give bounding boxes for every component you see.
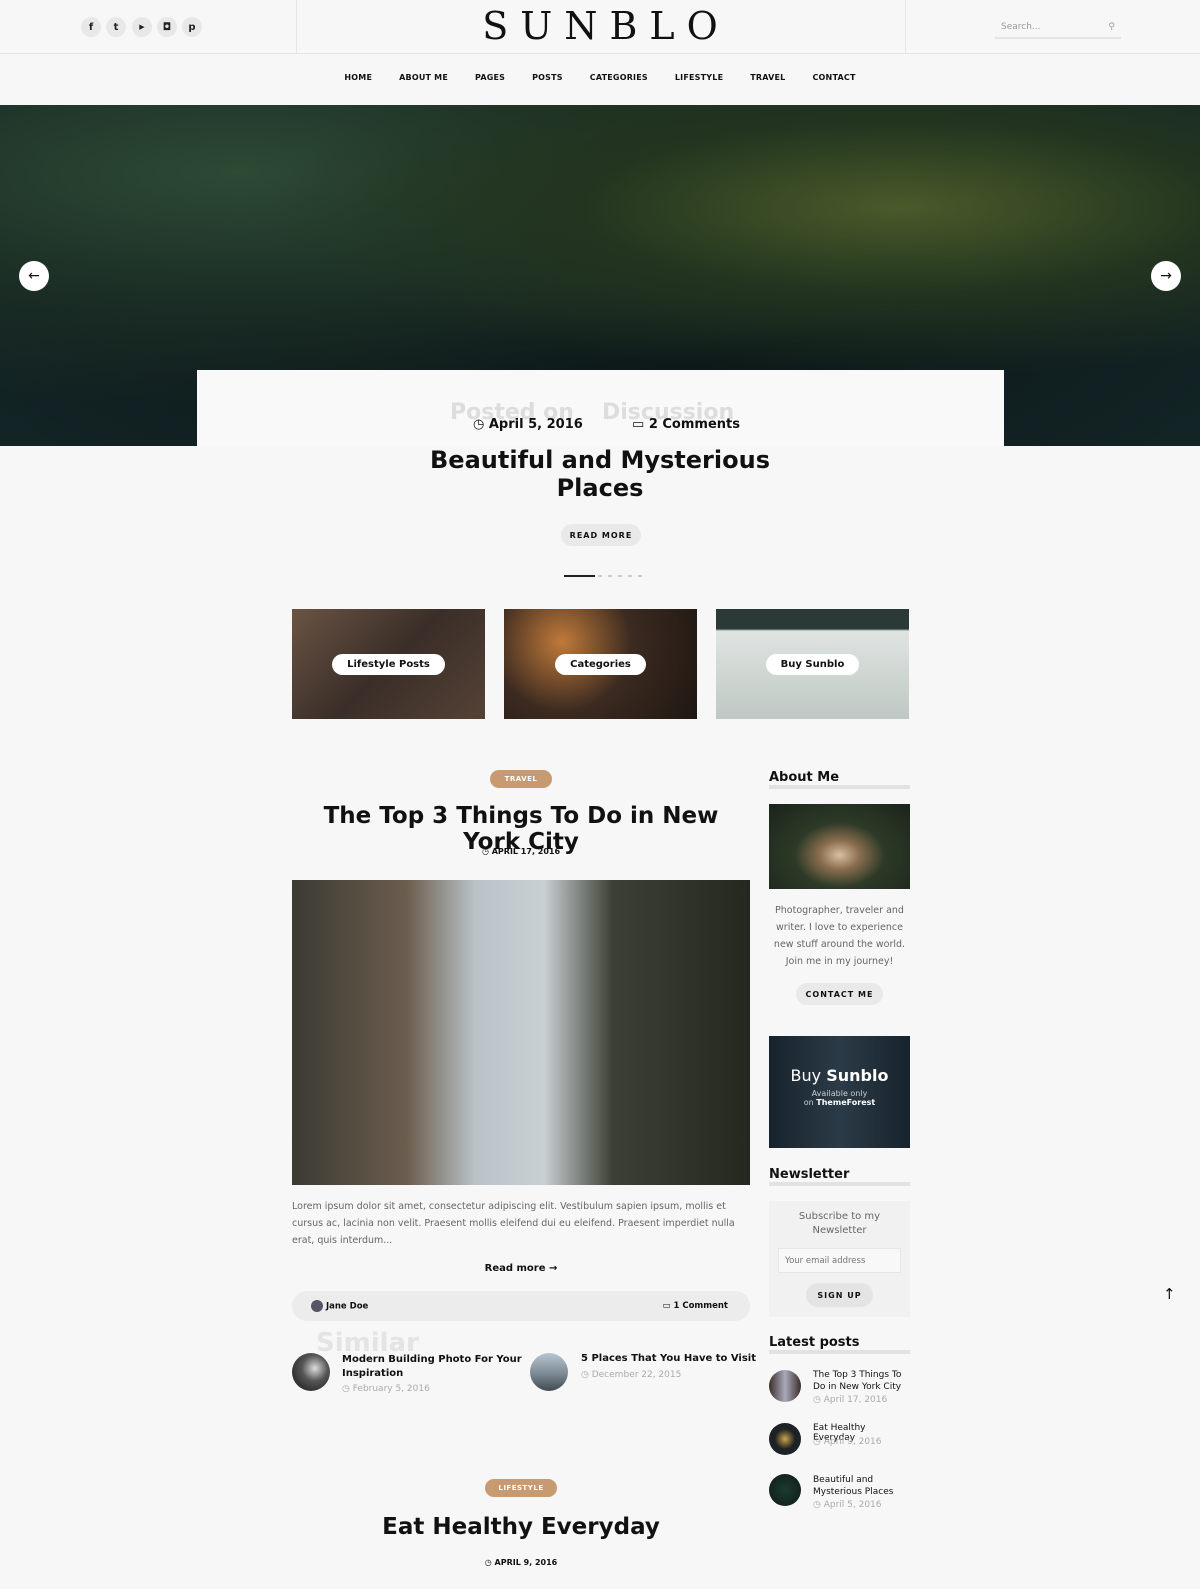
- slide-date-text: April 5, 2016: [488, 417, 583, 432]
- post-footer-bar: Jane Doe ▭ 1 Comment: [292, 1291, 750, 1321]
- comment-icon: ▭: [662, 1301, 674, 1311]
- nav-home[interactable]: HOME: [344, 73, 372, 82]
- search-input[interactable]: Search... ⚲: [995, 17, 1121, 39]
- post-title[interactable]: Eat Healthy Everyday: [292, 1514, 750, 1540]
- nav-pages[interactable]: PAGES: [475, 73, 505, 82]
- slide-comments[interactable]: ▭ 2 Comments: [632, 417, 740, 432]
- comment-icon: ▭: [632, 417, 649, 432]
- latest-post-date: ◷ April 9, 2016: [813, 1437, 882, 1447]
- post-tag-lifestyle[interactable]: LIFESTYLE: [485, 1479, 557, 1497]
- similar-thumb[interactable]: [292, 1353, 330, 1391]
- slider-dot-active[interactable]: [564, 575, 595, 577]
- ad-line: on: [803, 1098, 817, 1107]
- slider-dots: [564, 575, 642, 577]
- read-more-text: Read more →: [484, 1263, 558, 1274]
- author-name: Jane Doe: [325, 1301, 369, 1312]
- slide-date: ◷ April 5, 2016: [473, 417, 583, 432]
- slide-title-line: Beautiful and Mysterious: [430, 446, 770, 474]
- slider-dot[interactable]: [598, 575, 602, 577]
- similar-post-title[interactable]: Modern Building Photo For Your Inspirati…: [342, 1353, 522, 1381]
- slider-dot[interactable]: [608, 575, 612, 577]
- latest-post-title[interactable]: Beautiful and Mysterious Places: [813, 1474, 909, 1498]
- post-date: ◷ APRIL 17, 2016: [292, 847, 750, 856]
- category-lifestyle-posts[interactable]: Lifestyle Posts: [292, 609, 485, 719]
- search-placeholder: Search...: [1001, 22, 1041, 32]
- slide-comments-text: 2 Comments: [648, 417, 740, 432]
- latest-post-date: ◷ April 17, 2016: [813, 1395, 888, 1405]
- post-date: ◷ APRIL 9, 2016: [292, 1558, 750, 1567]
- arrow-left-icon[interactable]: ←: [19, 261, 49, 291]
- category-label: Lifestyle Posts: [332, 653, 445, 675]
- latest-post-title[interactable]: The Top 3 Things To Do in New York City: [813, 1369, 909, 1393]
- latest-date-text: April 9, 2016: [823, 1437, 882, 1447]
- arrow-right-icon[interactable]: →: [1151, 261, 1181, 291]
- nav-travel[interactable]: TRAVEL: [750, 73, 785, 82]
- similar-thumb[interactable]: [530, 1353, 568, 1391]
- post-date-text: APRIL 9, 2016: [494, 1558, 558, 1567]
- avatar: [311, 1300, 323, 1312]
- nav-categories[interactable]: CATEGORIES: [590, 73, 648, 82]
- latest-thumb[interactable]: [769, 1474, 801, 1506]
- latest-post-date: ◷ April 5, 2016: [813, 1500, 882, 1510]
- slider-dot[interactable]: [618, 575, 622, 577]
- category-categories[interactable]: Categories: [504, 609, 697, 719]
- author[interactable]: Jane Doe: [311, 1300, 368, 1312]
- newsletter-title: Newsletter: [769, 1168, 910, 1186]
- slider-dot[interactable]: [628, 575, 632, 577]
- category-buy-sunblo[interactable]: THANK YOU Buy Sunblo: [716, 609, 909, 719]
- email-field[interactable]: [778, 1248, 901, 1273]
- slide-title[interactable]: Beautiful and Mysterious Places: [0, 446, 1200, 502]
- buy-sunblo-ad[interactable]: Buy Sunblo Available only on ThemeForest: [769, 1036, 910, 1148]
- sign-up-button[interactable]: SIGN UP: [806, 1283, 873, 1307]
- about-me-text: Photographer, traveler and writer. I lov…: [773, 905, 906, 967]
- ad-line: Available only: [811, 1089, 868, 1098]
- contact-me-button[interactable]: CONTACT ME: [796, 983, 883, 1005]
- similar-post-date: ◷ December 22, 2015: [581, 1370, 682, 1380]
- clock-icon: ◷: [473, 417, 489, 432]
- clock-icon: ◷: [481, 847, 492, 856]
- thank-you-sign: THANK YOU: [814, 641, 861, 650]
- nav-posts[interactable]: POSTS: [532, 73, 563, 82]
- post-tag-travel[interactable]: TRAVEL: [490, 770, 552, 788]
- ad-brand: Sunblo: [826, 1066, 889, 1085]
- slider-dot[interactable]: [638, 575, 642, 577]
- slide-title-line: Places: [556, 474, 644, 502]
- ad-themeforest: ThemeForest: [816, 1098, 876, 1107]
- post-date-text: APRIL 17, 2016: [491, 847, 561, 856]
- post-comments[interactable]: ▭ 1 Comment: [662, 1301, 728, 1311]
- nav-contact[interactable]: CONTACT: [812, 73, 855, 82]
- latest-date-text: April 17, 2016: [823, 1395, 888, 1405]
- about-me-photo: [769, 804, 910, 889]
- ad-buy: Buy: [790, 1066, 827, 1085]
- nav-lifestyle[interactable]: LIFESTYLE: [675, 73, 723, 82]
- back-to-top-arrow-icon[interactable]: ↑: [1163, 1285, 1176, 1303]
- post-comments-text: 1 Comment: [673, 1301, 728, 1311]
- nav-about-me[interactable]: ABOUT ME: [399, 73, 448, 82]
- latest-thumb[interactable]: [769, 1370, 801, 1402]
- about-me-title: About Me: [769, 771, 910, 789]
- read-more-button[interactable]: READ MORE: [561, 524, 641, 546]
- latest-date-text: April 5, 2016: [823, 1500, 882, 1510]
- clock-icon: ◷: [484, 1558, 495, 1567]
- post-excerpt: Lorem ipsum dolor sit amet, consectetur …: [292, 1201, 735, 1246]
- search-icon[interactable]: ⚲: [1108, 22, 1115, 32]
- post-image[interactable]: [292, 880, 750, 1185]
- similar-date-text: December 22, 2015: [591, 1370, 682, 1380]
- similar-post-title[interactable]: 5 Places That You Have to Visit: [581, 1353, 761, 1364]
- read-more-link[interactable]: Read more →: [292, 1263, 750, 1274]
- category-label: Buy Sunblo: [765, 653, 860, 675]
- latest-posts-title: Latest posts: [769, 1336, 910, 1354]
- similar-date-text: February 5, 2016: [352, 1384, 430, 1394]
- category-label: Categories: [555, 653, 646, 675]
- slide-card: [197, 370, 1004, 446]
- latest-thumb[interactable]: [769, 1423, 801, 1455]
- similar-post-date: ◷ February 5, 2016: [342, 1384, 430, 1394]
- newsletter-text: Subscribe to my Newsletter: [798, 1211, 881, 1236]
- main-nav: HOME ABOUT ME PAGES POSTS CATEGORIES LIF…: [0, 73, 1200, 82]
